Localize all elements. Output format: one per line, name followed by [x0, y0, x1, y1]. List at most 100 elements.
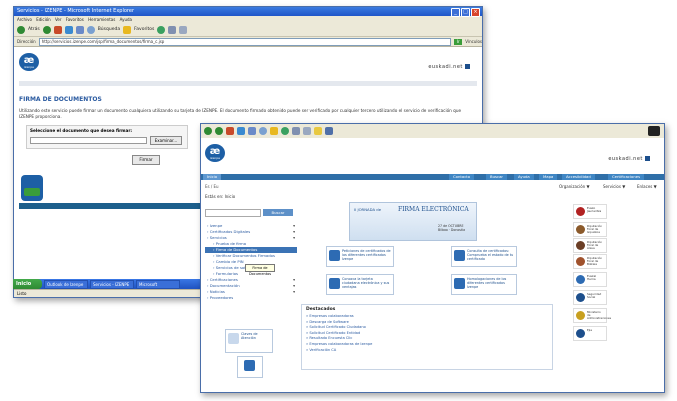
nav-item[interactable]: Buscar — [486, 174, 507, 180]
partner-logo[interactable]: Diputación Foral de Gipuzkoa — [573, 222, 607, 237]
mail-icon[interactable] — [168, 25, 177, 34]
back-label[interactable]: Atrás — [28, 27, 40, 32]
taskbar-item[interactable]: Outlook de Izenpe — [44, 279, 88, 289]
nav-item[interactable]: Mapa — [539, 174, 558, 180]
partner-logo-text: Diputación Foral de Álava — [587, 240, 603, 250]
partner-logo[interactable]: Seguridad Social — [573, 290, 607, 305]
jornada-date: 27 de OCTUBRE Bilbao · Donostia — [438, 224, 465, 232]
sidebar: Estás en: Inicio Buscar › Izenpe ▾ › Certi… — [205, 194, 297, 301]
euskadi-logo[interactable]: euskadi.net — [608, 156, 650, 162]
emblem-icon — [576, 329, 585, 338]
back-titlebar[interactable]: Servicios - IZENPE - Microsoft Internet … — [14, 7, 482, 17]
forward-arrow-icon[interactable] — [215, 127, 223, 135]
card-consulta[interactable]: Consulta de certificados: Comprueba el e… — [451, 246, 517, 267]
sidebar-item-label: › Certificados Digitales — [207, 229, 251, 234]
sidebar-item-label: › Cambio de PIN — [213, 259, 244, 264]
card-icon — [329, 278, 340, 289]
home-icon[interactable] — [248, 127, 256, 135]
dropdown-organizacion[interactable]: Organización ▼ — [559, 184, 590, 189]
refresh-icon[interactable] — [64, 25, 73, 34]
browse-button[interactable]: Examinar... — [150, 136, 182, 145]
go-button[interactable]: Ir — [454, 38, 463, 45]
card-text: Homologaciones de los diferentes certifi… — [467, 277, 507, 289]
side-card-atencion[interactable]: Claves de Atención — [225, 329, 273, 353]
links-label[interactable]: Vínculos — [465, 39, 482, 44]
sign-button[interactable]: Firmar — [132, 155, 160, 165]
back-arrow-icon[interactable] — [17, 25, 25, 34]
partner-logo[interactable]: Ministerio de Administraciones — [573, 308, 611, 323]
partner-logo-text: Ejie — [587, 328, 593, 332]
sidebar-item-label: › Proveedores — [207, 295, 234, 300]
partner-logo-text: Diputación Foral de Bizkaia — [587, 256, 603, 266]
sidebar-item-label: › Firma de Documentos — [213, 247, 258, 252]
nav-item[interactable]: Inicio — [203, 174, 222, 180]
breadcrumb[interactable]: Es / Eu — [205, 184, 219, 189]
back-header-bar — [19, 81, 477, 86]
minimize-icon[interactable]: _ — [451, 8, 460, 17]
search-icon[interactable] — [86, 25, 95, 34]
front-browser-window[interactable]: æ izenpe euskadi.net Inicio Contacto Busc… — [200, 123, 665, 393]
file-input[interactable] — [30, 137, 147, 144]
izenpe-logo[interactable]: æ izenpe — [205, 144, 225, 162]
select-label: Seleccione el documento que desea firmar… — [30, 128, 133, 133]
dropdown-servicios[interactable]: Servicios ▼ — [603, 184, 625, 189]
stop-icon[interactable] — [53, 25, 62, 34]
search-input[interactable] — [205, 209, 261, 217]
partner-logo[interactable]: Euskal Herria — [573, 272, 607, 287]
partner-logo[interactable]: Diputación Foral de Álava — [573, 238, 607, 253]
back-menubar[interactable]: Archivo Edición Ver Favoritos Herramient… — [14, 16, 482, 23]
card-tarjeta[interactable]: Conozca la tarjeta ciudadana electrónica… — [326, 274, 394, 295]
address-field[interactable]: http://servicios.izenpe.com/jsp/firma_do… — [38, 37, 452, 46]
nav-item[interactable]: Ayuda — [514, 174, 534, 180]
sidebar-search: Buscar — [205, 209, 297, 217]
sidebar-item-label: › Documentación — [207, 283, 240, 288]
sidebar-item-label: › Noticias — [207, 289, 225, 294]
sidebar-item-label: › Servicios — [207, 235, 227, 240]
nav-item[interactable]: Certificaciones — [608, 174, 645, 180]
side-card-tools[interactable] — [237, 356, 263, 378]
close-icon[interactable]: × — [471, 8, 480, 17]
card-peticiones[interactable]: Peticiones de certificados de los difere… — [326, 246, 394, 267]
media-icon[interactable] — [281, 127, 289, 135]
messenger-icon[interactable] — [325, 127, 333, 135]
card-homologaciones[interactable]: Homologaciones de los diferentes certifi… — [451, 274, 517, 295]
sidebar-item[interactable]: › Proveedores — [205, 295, 297, 301]
print-icon[interactable] — [303, 127, 311, 135]
partner-logo[interactable]: Eusko Jaurlaritza — [573, 204, 607, 219]
euskadi-logo[interactable]: euskadi.net — [428, 64, 470, 70]
forward-arrow-icon[interactable] — [42, 25, 51, 34]
search-button[interactable]: Buscar — [263, 209, 293, 216]
taskbar-item[interactable]: Servicios - IZENPE — [90, 279, 134, 289]
green-band-icon — [24, 188, 40, 196]
sidebar-item-label: › Verificar Documentos Firmados — [213, 253, 275, 258]
mail-icon[interactable] — [292, 127, 300, 135]
start-button[interactable]: Inicio — [13, 279, 42, 289]
favorites-label[interactable]: Favoritos — [134, 27, 154, 32]
nav-item[interactable]: Contacto — [449, 174, 475, 180]
refresh-icon[interactable] — [237, 127, 245, 135]
favorites-icon[interactable] — [270, 127, 278, 135]
home-icon[interactable] — [75, 25, 84, 34]
back-arrow-icon[interactable] — [204, 127, 212, 135]
stop-icon[interactable] — [226, 127, 234, 135]
status-text: Listo — [17, 291, 27, 296]
partner-logo[interactable]: Ejie — [573, 326, 607, 341]
media-icon[interactable] — [157, 25, 166, 34]
jornada-banner[interactable]: II JORNADA de FIRMA ELECTRÓNICA 27 de OC… — [349, 202, 477, 241]
front-toolbar — [201, 124, 664, 139]
search-label[interactable]: Búsqueda — [98, 27, 120, 32]
print-icon[interactable] — [179, 25, 188, 34]
nav-item[interactable]: Accesibilidad — [562, 174, 595, 180]
maximize-icon[interactable]: □ — [461, 8, 470, 17]
emblem-icon — [576, 241, 585, 250]
taskbar-item[interactable]: Microsoft — [136, 279, 180, 289]
windows-flag-icon — [648, 126, 660, 136]
folder-icon[interactable] — [314, 127, 322, 135]
dropdown-enlaces[interactable]: Enlaces ▼ — [637, 184, 657, 189]
izenpe-logo[interactable]: æ izenpe — [19, 53, 39, 71]
search-icon[interactable] — [259, 127, 267, 135]
destacado-link[interactable]: » Verificación CA — [302, 348, 552, 354]
partner-logo[interactable]: Diputación Foral de Bizkaia — [573, 254, 607, 269]
sidebar-item-label: › Izenpe — [207, 223, 223, 228]
favorites-icon[interactable] — [123, 25, 132, 34]
